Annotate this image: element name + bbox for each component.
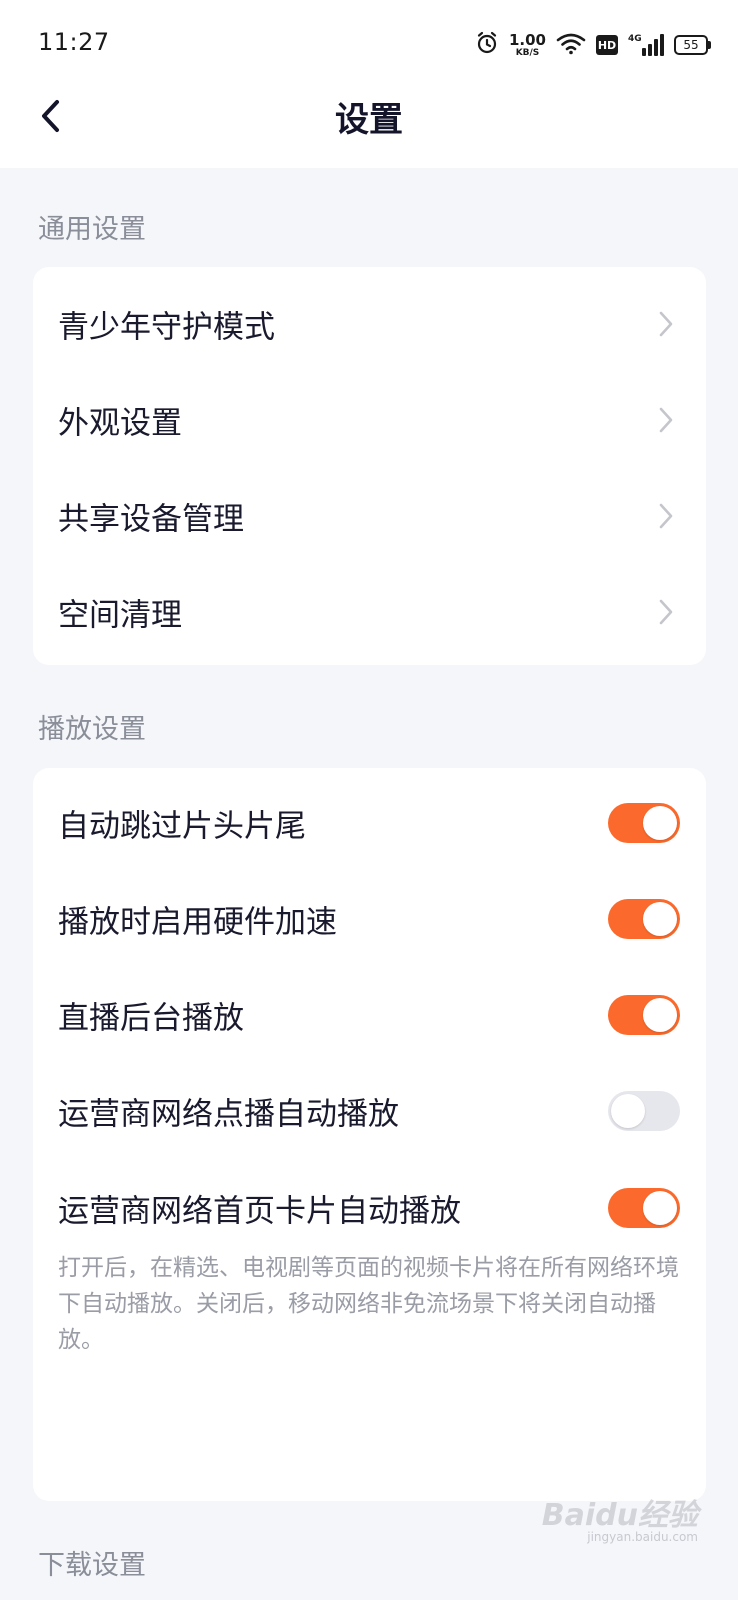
net-speed-value: 1.00 xyxy=(508,30,546,49)
setting-item-label: 外观设置 xyxy=(58,405,182,442)
toggle-knob xyxy=(643,806,677,840)
watermark-logo: Baidu经验 xyxy=(541,1498,698,1533)
playback-settings-card: 自动跳过片头片尾 播放时启用硬件加速 直播后台播放 运营商网络点播自动播放 运营… xyxy=(33,768,706,1501)
status-icons: 1.00 KB/S HD 4G 55 xyxy=(475,28,711,62)
setting-item-hardware-acceleration: 播放时启用硬件加速 xyxy=(33,870,706,968)
autoplay-description: 打开后，在精选、电视剧等页面的视频卡片将在所有网络环境下自动播放。关闭后，移动网… xyxy=(58,1255,679,1353)
setting-item-label: 空间清理 xyxy=(58,597,182,634)
setting-item-label: 运营商网络点播自动播放 xyxy=(58,1096,399,1133)
chevron-right-icon xyxy=(659,407,673,433)
setting-item-shared-devices[interactable]: 共享设备管理 xyxy=(33,467,706,565)
watermark-url: jingyan.baidu.com xyxy=(587,1530,698,1544)
toggle-switch[interactable] xyxy=(608,1091,680,1131)
chevron-right-icon xyxy=(659,503,673,529)
section-title-general: 通用设置 xyxy=(38,214,146,245)
setting-item-skip-intro-outro: 自动跳过片头片尾 xyxy=(33,774,706,872)
setting-item-appearance[interactable]: 外观设置 xyxy=(33,371,706,469)
setting-item-cellular-vod-autoplay: 运营商网络点播自动播放 xyxy=(33,1062,706,1160)
chevron-right-icon xyxy=(659,599,673,625)
page-title: 设置 xyxy=(335,100,403,140)
alarm-icon xyxy=(475,31,499,59)
setting-item-label: 播放时启用硬件加速 xyxy=(58,904,337,941)
setting-item-youth-mode[interactable]: 青少年守护模式 xyxy=(33,275,706,373)
chevron-right-icon xyxy=(659,311,673,337)
section-title-playback: 播放设置 xyxy=(38,714,146,745)
setting-item-storage-cleanup[interactable]: 空间清理 xyxy=(33,563,706,661)
toggle-switch[interactable] xyxy=(608,899,680,939)
section-title-download: 下载设置 xyxy=(38,1550,146,1581)
signal-label: 4G xyxy=(628,34,642,44)
battery-icon: 55 xyxy=(674,35,711,55)
setting-item-cellular-homepage-autoplay: 运营商网络首页卡片自动播放 xyxy=(33,1159,706,1257)
setting-item-label: 直播后台播放 xyxy=(58,1000,244,1037)
net-speed: 1.00 KB/S xyxy=(508,30,546,58)
toggle-knob xyxy=(611,1094,645,1128)
toggle-knob xyxy=(643,1191,677,1225)
net-speed-unit: KB/S xyxy=(515,47,540,58)
signal-icon: 4G xyxy=(628,34,664,56)
toggle-switch[interactable] xyxy=(608,803,680,843)
toggle-switch[interactable] xyxy=(608,1188,680,1228)
general-settings-card: 青少年守护模式 外观设置 共享设备管理 空间清理 xyxy=(33,267,706,665)
top-bar: 11:27 1.00 KB/S HD 4G 55 设置 xyxy=(0,0,738,168)
hd-badge: HD xyxy=(596,35,618,55)
status-time: 11:27 xyxy=(38,28,110,56)
setting-item-label: 共享设备管理 xyxy=(58,501,244,538)
toggle-knob xyxy=(643,902,677,936)
battery-level: 55 xyxy=(683,38,699,52)
wifi-icon xyxy=(556,31,586,59)
setting-item-live-background-play: 直播后台播放 xyxy=(33,966,706,1064)
setting-item-label: 运营商网络首页卡片自动播放 xyxy=(58,1193,461,1230)
setting-item-label: 自动跳过片头片尾 xyxy=(58,808,306,845)
setting-item-label: 青少年守护模式 xyxy=(58,309,275,346)
toggle-knob xyxy=(643,998,677,1032)
toggle-switch[interactable] xyxy=(608,995,680,1035)
